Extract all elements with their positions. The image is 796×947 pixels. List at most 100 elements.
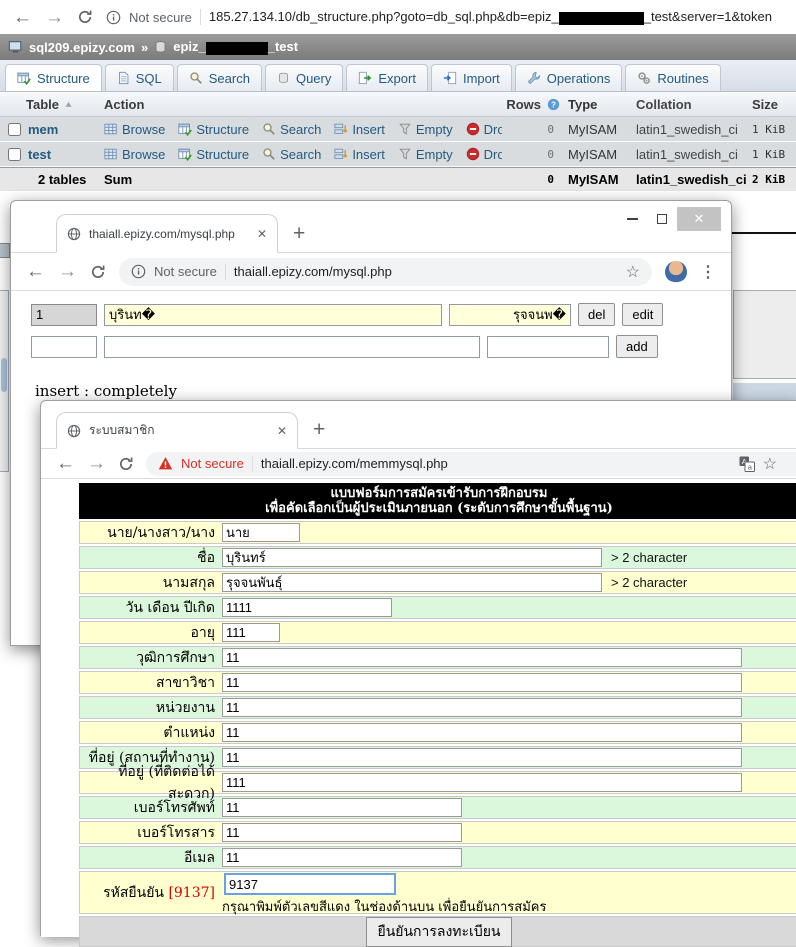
insert-link[interactable]: Insert <box>334 147 385 162</box>
table-collation[interactable]: latin1_swedish_ci <box>626 147 738 162</box>
pma-tab-operations[interactable]: Operations <box>515 64 623 91</box>
col-table[interactable]: Table <box>26 97 59 112</box>
win2-titlebar[interactable]: ระบบสมาชิก ✕ + <box>41 401 796 449</box>
pma-tab-strip: StructureSQLSearchQueryExportImportOpera… <box>0 60 796 92</box>
table-name-link[interactable]: test <box>26 147 102 162</box>
field-input[interactable] <box>222 598 392 617</box>
col-collation[interactable]: Collation <box>626 97 738 112</box>
submit-registration-button[interactable]: ยืนยันการลงทะเบียน <box>366 917 511 947</box>
breadcrumb-database[interactable]: epiz__test <box>173 39 298 54</box>
pma-tab-import[interactable]: Import <box>431 64 512 91</box>
new-name-field[interactable] <box>104 336 480 358</box>
back-icon[interactable]: ← <box>13 8 32 27</box>
address-field[interactable]: Not secure thaiall.epizy.com/mysql.php ☆ <box>119 258 652 286</box>
field-label: เบอร์โทรศัพท์ <box>80 797 220 819</box>
forward-icon[interactable]: → <box>87 454 106 473</box>
new-tab-button[interactable]: + <box>293 223 305 244</box>
profile-avatar[interactable] <box>665 261 687 283</box>
address-field[interactable]: Not secure thaiall.epizy.com/memmysql.ph… <box>146 452 796 476</box>
record-id-field[interactable] <box>31 304 97 326</box>
info-icon[interactable] <box>106 10 121 25</box>
field-input[interactable] <box>222 523 300 542</box>
field-input[interactable] <box>222 673 742 692</box>
registration-form: แบบฟอร์มการสมัครเข้ารับการฝึกอบรม เพื่อค… <box>79 483 796 947</box>
field-input[interactable] <box>222 548 602 567</box>
back-icon[interactable]: ← <box>56 454 75 473</box>
col-rows[interactable]: Rows <box>506 97 541 112</box>
search-link[interactable]: Search <box>262 147 321 162</box>
browse-link[interactable]: Browse <box>104 122 165 137</box>
pma-tab-search[interactable]: Search <box>177 64 262 91</box>
warning-icon[interactable] <box>158 456 173 471</box>
col-size[interactable]: Size <box>738 97 796 112</box>
forward-icon[interactable]: → <box>45 8 64 27</box>
pma-tab-query[interactable]: Query <box>265 64 343 91</box>
form-row: วัน เดือน ปีเกิด <box>79 596 796 619</box>
back-icon[interactable]: ← <box>26 262 45 281</box>
field-input[interactable] <box>222 848 462 867</box>
browse-link[interactable]: Browse <box>104 147 165 162</box>
drop-link[interactable]: Drop <box>466 147 502 162</box>
table-name-link[interactable]: mem <box>26 122 102 137</box>
win1-tab[interactable]: thaiall.epizy.com/mysql.php ✕ <box>56 214 278 253</box>
win1-titlebar[interactable]: thaiall.epizy.com/mysql.php ✕ + ✕ <box>11 201 731 253</box>
redaction-box <box>206 42 268 55</box>
verify-code-field[interactable] <box>224 873 396 895</box>
field-input[interactable] <box>222 648 742 667</box>
row-checkbox[interactable] <box>8 123 21 136</box>
structure-link[interactable]: Structure <box>178 122 249 137</box>
field-input[interactable] <box>222 798 462 817</box>
field-input[interactable] <box>222 623 280 642</box>
field-input[interactable] <box>222 773 742 792</box>
drop-link[interactable]: Drop <box>466 122 502 137</box>
new-id-field[interactable] <box>31 336 97 358</box>
close-button[interactable]: ✕ <box>677 207 721 231</box>
sort-asc-icon[interactable] <box>64 100 73 109</box>
address-bar[interactable]: Not secure 185.27.134.10/db_structure.ph… <box>106 9 796 25</box>
help-icon[interactable]: ? <box>547 98 560 111</box>
maximize-button[interactable] <box>647 207 677 231</box>
col-type[interactable]: Type <box>560 97 626 112</box>
field-input[interactable] <box>222 748 742 767</box>
tab-close-icon[interactable]: ✕ <box>257 227 267 241</box>
structure-link[interactable]: Structure <box>178 147 249 162</box>
new-tab-button[interactable]: + <box>313 419 325 440</box>
window-member-form: ระบบสมาชิก ✕ + ← → Not secure thaiall.ep… <box>40 400 796 936</box>
table-collation[interactable]: latin1_swedish_ci <box>626 122 738 137</box>
tab-close-icon[interactable]: ✕ <box>277 424 287 438</box>
info-icon[interactable] <box>131 264 146 279</box>
scrollbar-thumb[interactable] <box>1 358 7 392</box>
row-checkbox[interactable] <box>8 148 21 161</box>
pma-tab-routines[interactable]: Routines <box>625 64 720 91</box>
win2-tab[interactable]: ระบบสมาชิก ✕ <box>56 412 298 449</box>
field-input[interactable] <box>222 823 462 842</box>
empty-link[interactable]: Empty <box>398 147 453 162</box>
translate-icon[interactable]: Aa <box>739 456 755 472</box>
insert-link[interactable]: Insert <box>334 122 385 137</box>
breadcrumb-server[interactable]: sql209.epizy.com <box>29 40 135 55</box>
tab-title: thaiall.epizy.com/mysql.php <box>89 227 249 241</box>
del-button[interactable]: del <box>578 303 615 326</box>
empty-link[interactable]: Empty <box>398 122 453 137</box>
bookmark-star-icon[interactable]: ☆ <box>626 262 640 282</box>
record-surname-field[interactable] <box>449 304 571 326</box>
menu-kebab-icon[interactable]: ⋮ <box>700 262 716 282</box>
minimize-button[interactable] <box>617 207 647 231</box>
add-button[interactable]: add <box>616 335 658 358</box>
pma-tab-sql[interactable]: SQL <box>105 64 174 91</box>
edit-button[interactable]: edit <box>622 303 663 326</box>
search-link[interactable]: Search <box>262 122 321 137</box>
field-input[interactable] <box>222 573 602 592</box>
pma-tab-structure[interactable]: Structure <box>5 64 102 91</box>
forward-icon[interactable]: → <box>58 262 77 281</box>
field-input[interactable] <box>222 698 742 717</box>
pma-tab-export[interactable]: Export <box>346 64 428 91</box>
new-surname-field[interactable] <box>487 336 609 358</box>
reload-icon[interactable] <box>118 456 134 472</box>
bookmark-star-icon[interactable]: ☆ <box>763 454 777 474</box>
reload-icon[interactable] <box>90 264 106 280</box>
reload-icon[interactable] <box>77 9 93 25</box>
field-input[interactable] <box>222 723 742 742</box>
row-actions: Browse Structure Search Insert Empty Drop <box>102 122 502 137</box>
record-name-field[interactable] <box>104 304 442 326</box>
